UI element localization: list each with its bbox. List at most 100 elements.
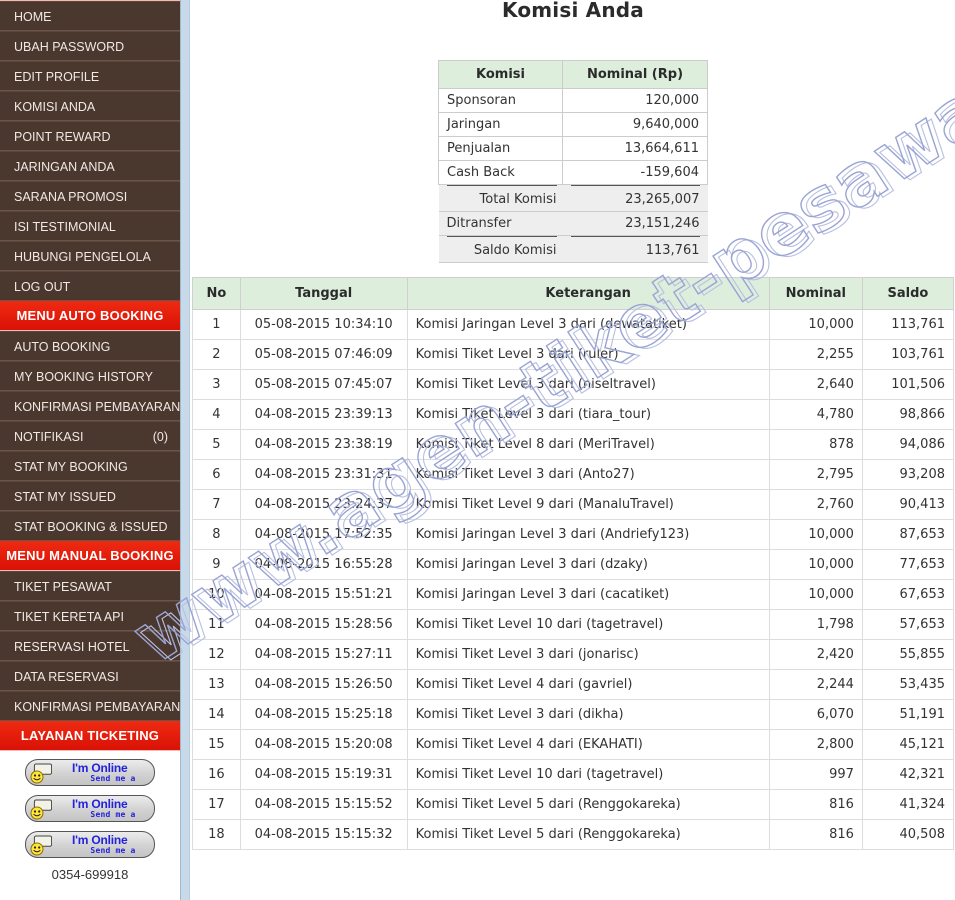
ledger-cell-no: 7 (192, 489, 241, 520)
sidebar: MENU MEMBERHOMEUBAH PASSWORDEDIT PROFILE… (0, 0, 180, 900)
summary-row-label: Sponsoran (438, 88, 563, 113)
smiley-chat-icon (30, 799, 53, 820)
sidebar-item-data-reservasi[interactable]: DATA RESERVASI (0, 661, 180, 691)
sidebar-item-stat-booking-issued[interactable]: STAT BOOKING & ISSUED (0, 511, 180, 541)
ledger-cell-date: 04-08-2015 15:28:56 (239, 609, 408, 640)
chat-badge-subtitle: Send me a message (90, 846, 136, 857)
table-row: 16 04-08-2015 15:19:31 Komisi Tiket Level … (192, 759, 955, 790)
sidebar-item-edit-profile[interactable]: EDIT PROFILE (0, 61, 180, 91)
summary-balance-label-text: Saldo Komisi (473, 243, 557, 258)
ledger-cell-nominal: 2,800 (768, 729, 863, 760)
ledger-cell-date: 04-08-2015 15:25:18 (239, 699, 408, 730)
ledger-cell-desc: Komisi Tiket Level 4 dari (gavriel) (406, 669, 770, 700)
ledger-cell-no: 17 (192, 789, 241, 820)
summary-row-label: Cash Back (438, 160, 563, 185)
sidebar-item-sarana-promosi[interactable]: SARANA PROMOSI (0, 181, 180, 211)
sidebar-item-label: STAT BOOKING & ISSUED (14, 520, 168, 534)
sidebar-item-label: DATA RESERVASI (14, 670, 119, 684)
contact-phone-number: 0354-699918 (51, 867, 129, 882)
table-row: 4 04-08-2015 23:39:13 Komisi Tiket Level 3… (192, 399, 955, 430)
ledger-cell-saldo: 101,506 (861, 369, 955, 400)
sidebar-item-konfirmasi-pembayaran[interactable]: KONFIRMASI PEMBAYARAN (0, 391, 180, 421)
sidebar-item-komisi-anda[interactable]: KOMISI ANDA (0, 91, 180, 121)
ledger-cell-date: 04-08-2015 23:38:19 (239, 429, 408, 460)
ledger-cell-nominal: 10,000 (768, 579, 863, 610)
summary-table: Komisi Nominal (Rp) Sponsoran 120,000 Jari… (438, 60, 708, 263)
table-row: 3 05-08-2015 07:45:07 Komisi Tiket Level 3… (192, 369, 955, 400)
ledger-cell-date: 04-08-2015 23:24:37 (239, 489, 408, 520)
smiley-chat-icon (30, 763, 53, 784)
sidebar-item-stat-my-issued[interactable]: STAT MY ISSUED (0, 481, 180, 511)
summary-row: Cash Back -159,604 (438, 160, 708, 185)
ledger-cell-saldo: 42,321 (861, 759, 955, 790)
summary-transferred-row: Ditransfer 23,151,246 (438, 211, 708, 236)
ledger-cell-date: 04-08-2015 15:26:50 (239, 669, 408, 700)
page-root: MENU MEMBERHOMEUBAH PASSWORDEDIT PROFILE… (0, 0, 955, 900)
chat-badge-title: I'm Online (72, 797, 128, 811)
ledger-cell-desc: Komisi Tiket Level 3 dari (dikha) (406, 699, 770, 730)
summary-balance-row: Saldo Komisi 113,761 (438, 235, 708, 263)
summary-total-value: 23,265,007 (562, 184, 708, 212)
ledger-cell-saldo: 55,855 (861, 639, 955, 670)
sidebar-item-jaringan-anda[interactable]: JARINGAN ANDA (0, 151, 180, 181)
ledger-cell-date: 04-08-2015 15:51:21 (239, 579, 408, 610)
sidebar-item-home[interactable]: HOME (0, 1, 180, 31)
table-row: 9 04-08-2015 16:55:28 Komisi Jaringan Leve… (192, 549, 955, 580)
ledger-col-keterangan: Keterangan (406, 277, 770, 310)
summary-body: Sponsoran 120,000 Jaringan 9,640,000 Penjual… (438, 88, 708, 263)
sidebar-item-label: MY BOOKING HISTORY (14, 370, 153, 384)
im-online-chat-button[interactable]: I'm OnlineSend me a message (25, 795, 155, 822)
ledger-cell-date: 04-08-2015 15:15:52 (239, 789, 408, 820)
sidebar-item-label: SARANA PROMOSI (14, 190, 128, 204)
sidebar-item-label: HUBUNGI PENGELOLA (14, 250, 151, 264)
ledger-cell-desc: Komisi Tiket Level 8 dari (MeriTravel) (406, 429, 770, 460)
ledger-cell-nominal: 2,760 (768, 489, 863, 520)
sidebar-item-stat-my-booking[interactable]: STAT MY BOOKING (0, 451, 180, 481)
ledger-cell-desc: Komisi Tiket Level 3 dari (jonarisc) (406, 639, 770, 670)
summary-transferred-label: Ditransfer (438, 211, 563, 236)
sidebar-item-isi-testimonial[interactable]: ISI TESTIMONIAL (0, 211, 180, 241)
commission-ledger: No Tanggal Keterangan Nominal Saldo 1 05-… (191, 277, 955, 850)
ledger-cell-desc: Komisi Tiket Level 5 dari (Renggokareka) (406, 819, 770, 850)
sidebar-item-konfirmasi-pembayaran[interactable]: KONFIRMASI PEMBAYARAN (0, 691, 180, 721)
ledger-cell-no: 6 (192, 459, 241, 490)
chat-badge-title: I'm Online (72, 833, 128, 847)
sidebar-item-label: EDIT PROFILE (14, 70, 100, 84)
ledger-col-no: No (192, 277, 241, 310)
im-online-chat-button[interactable]: I'm OnlineSend me a message (25, 831, 155, 858)
ledger-body: 1 05-08-2015 10:34:10 Komisi Jaringan Leve… (192, 309, 955, 850)
sidebar-item-label: STAT MY ISSUED (14, 490, 116, 504)
sidebar-item-label: AUTO BOOKING (14, 340, 111, 354)
sidebar-item-label: STAT MY BOOKING (14, 460, 128, 474)
ledger-col-nominal: Nominal (768, 277, 863, 310)
table-row: 8 04-08-2015 17:52:35 Komisi Jaringan Leve… (192, 519, 955, 550)
sidebar-item-my-booking-history[interactable]: MY BOOKING HISTORY (0, 361, 180, 391)
ledger-cell-date: 04-08-2015 16:55:28 (239, 549, 408, 580)
ledger-cell-date: 05-08-2015 07:46:09 (239, 339, 408, 370)
im-online-chat-button[interactable]: I'm OnlineSend me a message (25, 759, 155, 786)
sidebar-item-notifikasi[interactable]: NOTIFIKASI (0) (0, 421, 180, 451)
sidebar-item-point-reward[interactable]: POINT REWARD (0, 121, 180, 151)
ledger-cell-nominal: 816 (768, 819, 863, 850)
ledger-cell-date: 05-08-2015 07:45:07 (239, 369, 408, 400)
sidebar-item-label: NOTIFIKASI (14, 430, 84, 444)
summary-col-komisi: Komisi (438, 60, 563, 89)
table-row: 11 04-08-2015 15:28:56 Komisi Tiket Level … (192, 609, 955, 640)
sidebar-item-log-out[interactable]: LOG OUT (0, 271, 180, 301)
sidebar-item-ubah-password[interactable]: UBAH PASSWORD (0, 31, 180, 61)
sidebar-item-auto-booking[interactable]: AUTO BOOKING (0, 331, 180, 361)
ledger-cell-date: 05-08-2015 10:34:10 (239, 309, 408, 340)
sidebar-section-header-menu-auto-booking: MENU AUTO BOOKING (0, 301, 180, 331)
table-row: 18 04-08-2015 15:15:32 Komisi Tiket Level … (192, 819, 955, 850)
sidebar-item-reservasi-hotel[interactable]: RESERVASI HOTEL (0, 631, 180, 661)
ledger-cell-saldo: 93,208 (861, 459, 955, 490)
ledger-cell-nominal: 10,000 (768, 519, 863, 550)
summary-balance-value-text: 113,761 (645, 243, 700, 258)
sidebar-item-tiket-kereta-api[interactable]: TIKET KERETA API (0, 601, 180, 631)
ledger-cell-no: 15 (192, 729, 241, 760)
sidebar-item-hubungi-pengelola[interactable]: HUBUNGI PENGELOLA (0, 241, 180, 271)
ledger-cell-nominal: 2,255 (768, 339, 863, 370)
ledger-cell-date: 04-08-2015 15:27:11 (239, 639, 408, 670)
sidebar-item-tiket-pesawat[interactable]: TIKET PESAWAT (0, 571, 180, 601)
sidebar-item-label: LOG OUT (14, 280, 71, 294)
